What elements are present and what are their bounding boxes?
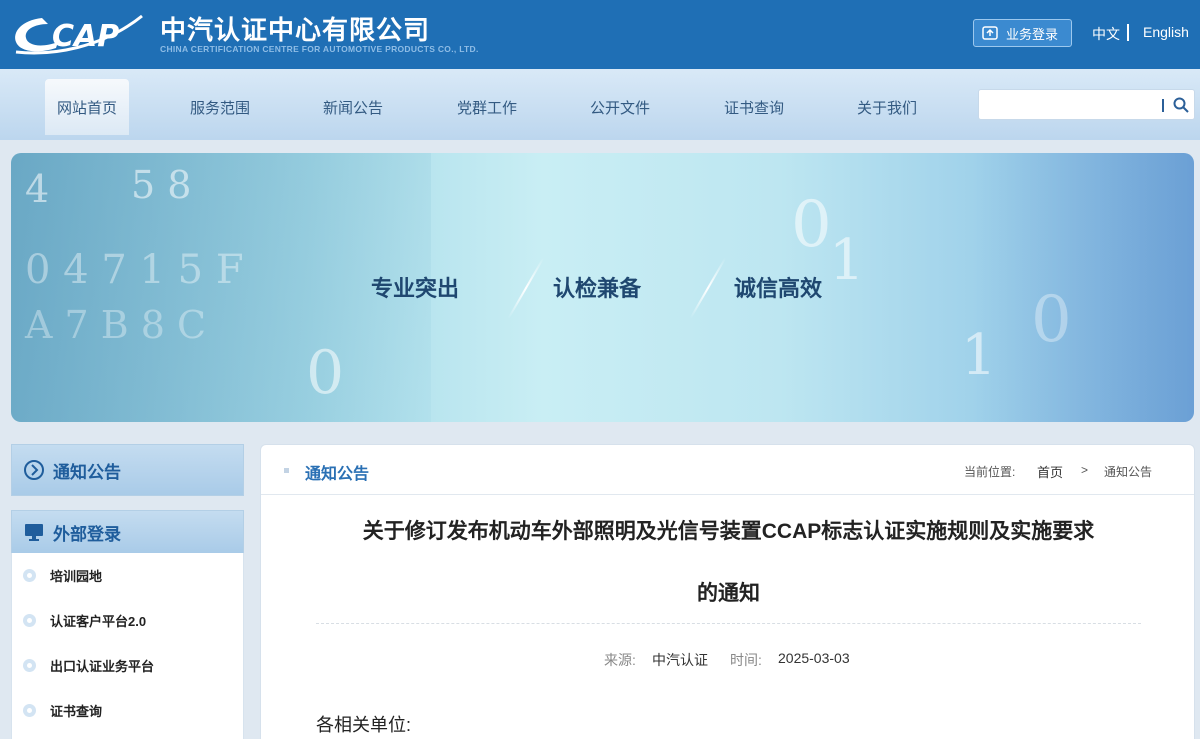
login-icon xyxy=(982,26,998,40)
sidebar-link-label: 认证客户平台2.0 xyxy=(50,614,147,629)
article-panel-header: 通知公告 当前位置: 首页 > 通知公告 xyxy=(261,445,1194,495)
banner-digit-decoration: A 7 B 8 C xyxy=(25,303,207,347)
nav-item-documents[interactable]: 公开文件 xyxy=(578,79,662,135)
time-label: 时间: xyxy=(730,652,762,668)
source-label: 来源: xyxy=(604,652,636,668)
breadcrumb-separator: > xyxy=(1081,463,1089,477)
lang-divider xyxy=(1127,24,1129,41)
nav-item-home[interactable]: 网站首页 xyxy=(45,79,129,135)
sidebar-notice-header[interactable]: 通知公告 xyxy=(11,444,244,496)
nav-item-certificate-query[interactable]: 证书查询 xyxy=(712,79,796,135)
source-value: 中汽认证 xyxy=(652,652,708,668)
section-title: 通知公告 xyxy=(305,466,370,483)
bullet-icon xyxy=(23,704,36,717)
banner-digit-decoration: 4 xyxy=(25,167,50,211)
company-name-en: CHINA CERTIFICATION CENTRE FOR AUTOMOTIV… xyxy=(160,44,479,54)
search-box xyxy=(978,89,1195,120)
sidebar-link-client-platform[interactable]: 认证客户平台2.0 xyxy=(12,598,243,643)
sidebar-link-training[interactable]: 培训园地 xyxy=(12,553,243,598)
banner-slogan: 诚信高效 xyxy=(734,277,823,302)
bullet-icon xyxy=(23,569,36,582)
banner-digit-decoration: 1 xyxy=(961,323,997,388)
bullet-icon xyxy=(23,659,36,672)
sidebar-link-label: 出口认证业务平台 xyxy=(50,659,155,674)
monitor-icon xyxy=(25,524,43,541)
sidebar-external-title: 外部登录 xyxy=(53,524,121,544)
lang-chinese-link[interactable]: 中文 xyxy=(1092,24,1120,44)
search-divider xyxy=(1162,99,1164,112)
banner-digit-decoration: 0 xyxy=(791,188,832,262)
business-login-button[interactable]: 业务登录 xyxy=(973,19,1072,47)
ccap-logo[interactable]: CAP xyxy=(12,8,144,60)
article-panel: 通知公告 当前位置: 首页 > 通知公告 关于修订发布机动车外部照明及光信号装置… xyxy=(260,444,1195,739)
sidebar-link-label: 培训园地 xyxy=(50,569,103,584)
business-login-label: 业务登录 xyxy=(1006,26,1059,42)
banner-slash-divider xyxy=(507,257,545,319)
nav-item-about[interactable]: 关于我们 xyxy=(845,79,929,135)
banner-digit-decoration: 0 xyxy=(1031,283,1072,357)
breadcrumb-home-link[interactable]: 首页 xyxy=(1037,462,1063,481)
arrow-circle-icon xyxy=(24,460,44,480)
nav-item-news[interactable]: 新闻公告 xyxy=(311,79,395,135)
banner-decoration xyxy=(971,153,1194,422)
banner-digit-decoration: 0 4 7 1 5 F xyxy=(25,247,244,293)
company-name-cn: 中汽认证中心有限公司 xyxy=(160,16,431,46)
sidebar-link-label: 证书查询 xyxy=(50,704,103,719)
search-input[interactable] xyxy=(985,94,1155,116)
nav-item-services[interactable]: 服务范围 xyxy=(178,79,262,135)
banner-slogan: 专业突出 xyxy=(371,277,460,302)
sidebar-link-list: 培训园地 认证客户平台2.0 出口认证业务平台 证书查询 xyxy=(11,553,244,739)
main-nav: 网站首页 服务范围 新闻公告 党群工作 公开文件 证书查询 关于我们 xyxy=(0,69,1200,140)
banner-slogan: 认检兼备 xyxy=(553,277,642,302)
sidebar-link-certificate-query[interactable]: 证书查询 xyxy=(12,688,243,733)
search-icon[interactable] xyxy=(1172,96,1190,114)
lang-english-link[interactable]: English xyxy=(1143,24,1189,40)
sidebar-link-export-platform[interactable]: 出口认证业务平台 xyxy=(12,643,243,688)
square-bullet-icon xyxy=(284,468,289,473)
sidebar-external-header: 外部登录 xyxy=(11,510,244,554)
nav-item-party[interactable]: 党群工作 xyxy=(445,79,529,135)
sidebar-notice-title: 通知公告 xyxy=(53,462,121,482)
article-title-line1: 关于修订发布机动车外部照明及光信号装置CCAP标志认证实施规则及实施要求 xyxy=(362,520,1095,543)
bullet-icon xyxy=(23,614,36,627)
top-header: CAP 中汽认证中心有限公司 CHINA CERTIFICATION CENTR… xyxy=(0,0,1200,69)
hero-banner: 4 5 8 0 4 7 1 5 F A 7 B 8 C 0 0 1 1 0 专业… xyxy=(11,153,1194,422)
banner-digit-decoration: 1 xyxy=(829,228,865,293)
banner-digit-decoration: 0 xyxy=(306,338,345,408)
banner-slash-divider xyxy=(689,257,727,319)
title-divider xyxy=(316,623,1141,624)
breadcrumb-prefix: 当前位置: xyxy=(964,465,1016,479)
time-value: 2025-03-03 xyxy=(778,650,850,666)
breadcrumb-current: 通知公告 xyxy=(1104,465,1153,479)
article-title-line2: 的通知 xyxy=(697,582,760,605)
article-salutation: 各相关单位: xyxy=(316,715,412,735)
banner-digit-decoration: 5 8 xyxy=(131,163,192,207)
